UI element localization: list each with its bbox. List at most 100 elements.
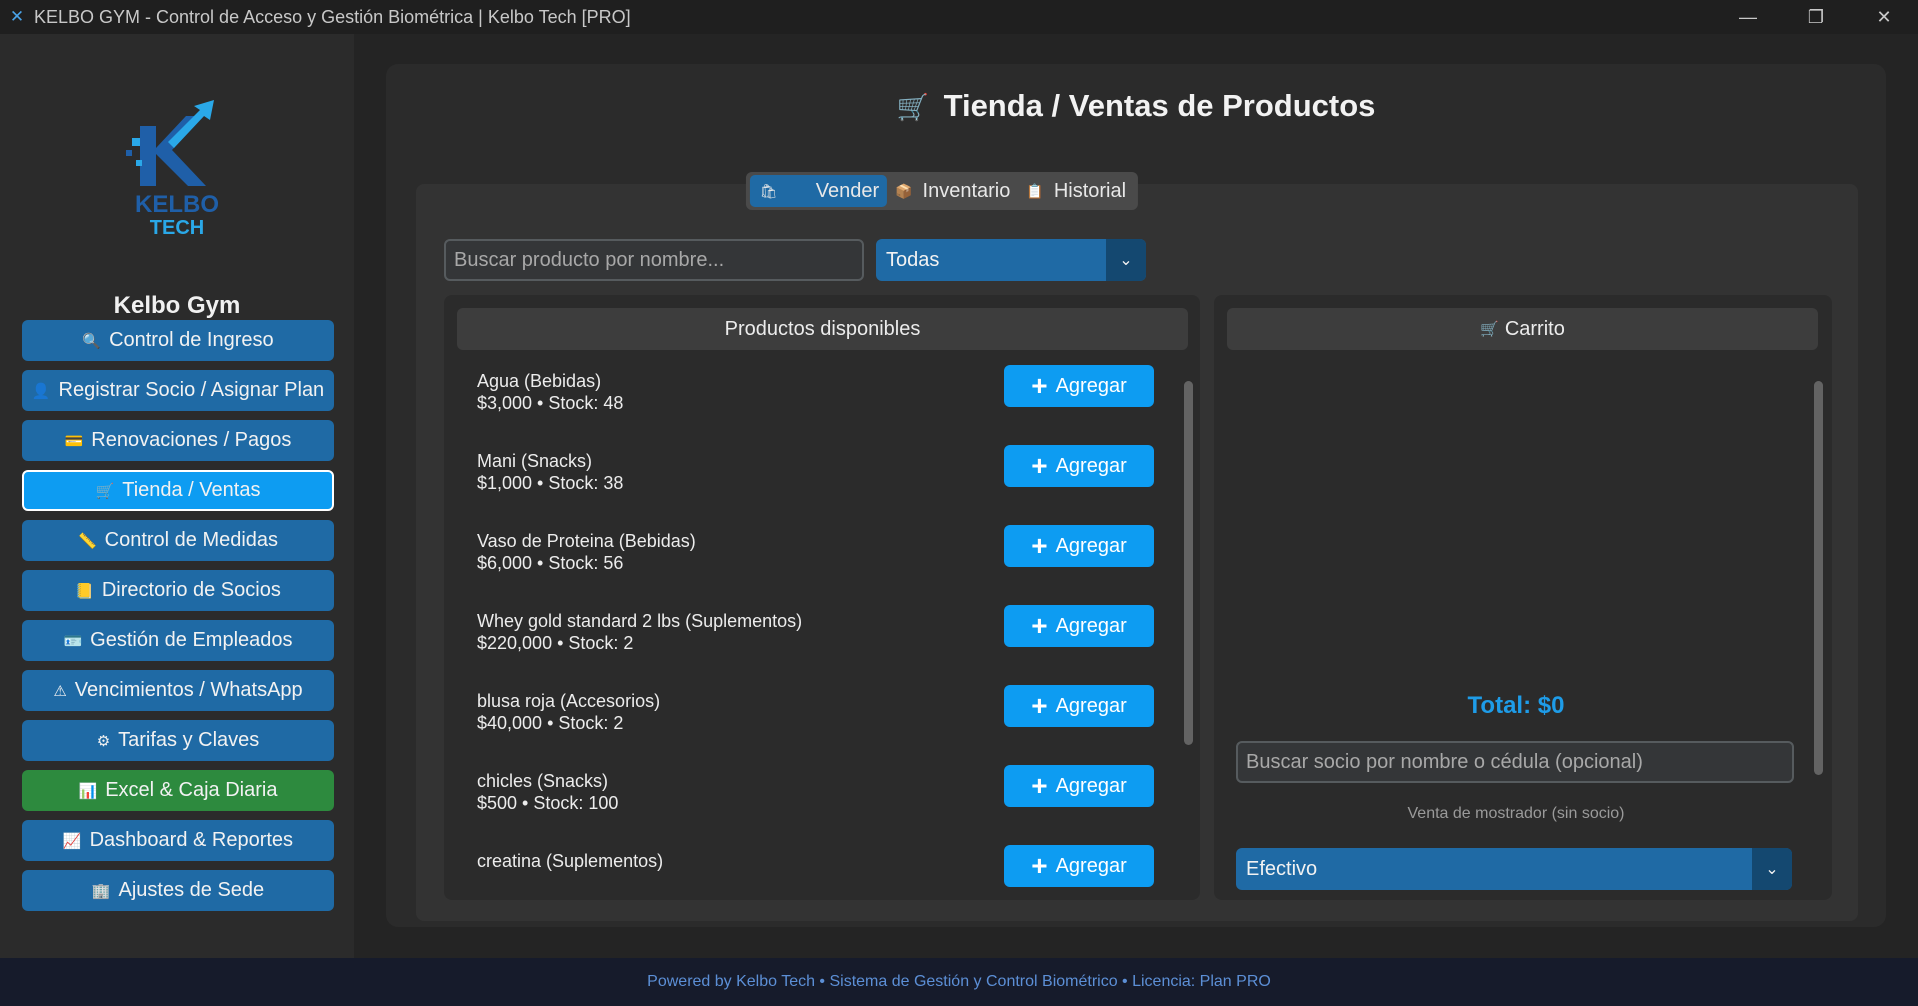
- cart-header-text: Carrito: [1504, 317, 1565, 340]
- add-product-button[interactable]: + Agregar: [1004, 845, 1154, 887]
- plus-icon: +: [1031, 450, 1048, 481]
- add-label: Agregar: [1055, 774, 1127, 797]
- logo-text-tech: TECH: [150, 217, 204, 239]
- product-list: Agua (Bebidas) $3,000 • Stock: 48 + Agre…: [444, 357, 1184, 889]
- add-product-button[interactable]: + Agregar: [1004, 525, 1154, 567]
- counter-sale-note: Venta de mostrador (sin socio): [1407, 805, 1625, 822]
- add-label: Agregar: [1055, 374, 1127, 397]
- product-row: creatina (Suplementos) + Agregar: [444, 837, 1184, 889]
- nav-excel-caja[interactable]: 📊 Excel & Caja Diaria: [22, 770, 334, 811]
- nav-control-ingreso[interactable]: 🔍 Control de Ingreso: [22, 320, 334, 361]
- product-price-stock: $1,000 • Stock: 38: [477, 473, 624, 493]
- product-row: Mani (Snacks) $1,000 • Stock: 38 + Agreg…: [444, 437, 1184, 517]
- product-row: Vaso de Proteina (Bebidas) $6,000 • Stoc…: [444, 517, 1184, 597]
- sidebar: KELBO TECH Kelbo Gym 🔍 Control de Ingres…: [0, 34, 354, 958]
- tab-inventario[interactable]: 📦 Inventario: [887, 175, 1018, 207]
- nav-tienda-ventas[interactable]: 🛒 Tienda / Ventas: [22, 470, 334, 511]
- product-row: Whey gold standard 2 lbs (Suplementos) $…: [444, 597, 1184, 677]
- gear-icon: ⚙: [96, 732, 111, 750]
- app-logo-icon: ✕: [9, 7, 25, 26]
- member-search-input[interactable]: [1236, 741, 1794, 783]
- tab-historial[interactable]: 📋 Historial: [1018, 175, 1134, 207]
- logo-text-kelbo: KELBO: [135, 191, 219, 218]
- window-controls: — ❐ ✕: [1714, 0, 1918, 34]
- page-title-text: Tienda / Ventas de Productos: [943, 88, 1376, 123]
- nav-label: Gestión de Empleados: [90, 629, 293, 651]
- nav-control-medidas[interactable]: 📏 Control de Medidas: [22, 520, 334, 561]
- page-title: 🛒 Tienda / Ventas de Productos: [386, 88, 1886, 124]
- products-panel: Productos disponibles Agua (Bebidas) $3,…: [444, 295, 1200, 900]
- chevron-down-icon[interactable]: ⌄: [1106, 239, 1146, 281]
- product-name: Mani (Snacks): [477, 451, 593, 471]
- cart-panel: 🛒 Carrito Total: $0 Venta de mostrador (…: [1214, 295, 1832, 900]
- add-label: Agregar: [1055, 854, 1127, 877]
- cart-header: 🛒 Carrito: [1227, 308, 1818, 350]
- nav-ajustes-sede[interactable]: 🏢 Ajustes de Sede: [22, 870, 334, 911]
- nav-label: Tienda / Ventas: [122, 479, 261, 501]
- category-select-value: Todas: [886, 248, 940, 271]
- nav-label: Ajustes de Sede: [118, 879, 265, 901]
- add-label: Agregar: [1055, 694, 1127, 717]
- add-product-button[interactable]: + Agregar: [1004, 365, 1154, 407]
- tab-label: Inventario: [922, 179, 1011, 202]
- product-price-stock: $6,000 • Stock: 56: [477, 553, 624, 573]
- product-search-input[interactable]: [444, 239, 864, 281]
- chevron-down-icon[interactable]: ⌄: [1752, 848, 1792, 890]
- maximize-button[interactable]: ❐: [1782, 0, 1850, 34]
- clipboard-icon: 📋: [1026, 182, 1044, 199]
- add-product-button[interactable]: + Agregar: [1004, 445, 1154, 487]
- nav-label: Excel & Caja Diaria: [105, 779, 278, 801]
- cart-icon: 🛒: [896, 92, 929, 122]
- plus-icon: +: [1031, 770, 1048, 801]
- nav-renovaciones-pagos[interactable]: 💳 Renovaciones / Pagos: [22, 420, 334, 461]
- nav-registrar-socio[interactable]: 👤 Registrar Socio / Asignar Plan: [22, 370, 334, 411]
- plus-icon: +: [1031, 690, 1048, 721]
- product-row: blusa roja (Accesorios) $40,000 • Stock:…: [444, 677, 1184, 757]
- nav-tarifas-claves[interactable]: ⚙ Tarifas y Claves: [22, 720, 334, 761]
- add-label: Agregar: [1055, 454, 1127, 477]
- kelbo-tech-logo: KELBO TECH: [126, 100, 219, 239]
- plus-icon: +: [1031, 530, 1048, 561]
- nav-dashboard-reportes[interactable]: 📈 Dashboard & Reportes: [22, 820, 334, 861]
- nav-label: Tarifas y Claves: [118, 729, 260, 751]
- product-list-scrollbar[interactable]: [1184, 381, 1193, 745]
- payment-method-select[interactable]: Efectivo ⌄: [1236, 848, 1792, 890]
- title-bar: ✕ KELBO GYM - Control de Acceso y Gestió…: [0, 0, 1918, 34]
- tab-label: Historial: [1053, 179, 1127, 202]
- products-header: Productos disponibles: [457, 308, 1188, 350]
- box-icon: 📦: [895, 182, 913, 199]
- search-icon: 🔍: [82, 332, 102, 350]
- nav-vencimientos-whatsapp[interactable]: ⚠ Vencimientos / WhatsApp: [22, 670, 334, 711]
- product-row: Agua (Bebidas) $3,000 • Stock: 48 + Agre…: [444, 357, 1184, 437]
- product-price-stock: $40,000 • Stock: 2: [477, 713, 624, 733]
- add-product-button[interactable]: + Agregar: [1004, 685, 1154, 727]
- product-price-stock: $220,000 • Stock: 2: [477, 633, 634, 653]
- minimize-button[interactable]: —: [1714, 0, 1782, 34]
- warning-icon: ⚠: [53, 682, 67, 700]
- add-product-button[interactable]: + Agregar: [1004, 765, 1154, 807]
- close-button[interactable]: ✕: [1850, 0, 1918, 34]
- add-label: Agregar: [1055, 534, 1127, 557]
- add-label: Agregar: [1055, 614, 1127, 637]
- product-name: blusa roja (Accesorios): [477, 691, 661, 711]
- nav-directorio-socios[interactable]: 📒 Directorio de Socios: [22, 570, 334, 611]
- nav-label: Directorio de Socios: [101, 579, 281, 601]
- add-product-button[interactable]: + Agregar: [1004, 605, 1154, 647]
- plus-icon: +: [1031, 370, 1048, 401]
- product-row: chicles (Snacks) $500 • Stock: 100 + Agr…: [444, 757, 1184, 837]
- notebook-icon: 📒: [75, 582, 94, 600]
- bar-chart-icon: 📊: [78, 782, 98, 800]
- cart-icon: 🛒: [1480, 321, 1499, 338]
- product-name: creatina (Suplementos): [477, 851, 664, 871]
- line-chart-icon: 📈: [62, 832, 82, 850]
- gym-name: Kelbo Gym: [113, 292, 241, 319]
- ruler-icon: 📏: [77, 532, 97, 550]
- nav-gestion-empleados[interactable]: 🪪 Gestión de Empleados: [22, 620, 334, 661]
- plus-icon: +: [1031, 850, 1048, 881]
- category-select[interactable]: Todas ⌄: [876, 239, 1146, 281]
- shopping-bag-icon: 🛍: [759, 182, 778, 199]
- tab-vender[interactable]: 🛍 Vender: [749, 175, 888, 207]
- user-icon: 👤: [31, 382, 51, 400]
- nav-label: Control de Medidas: [104, 529, 279, 551]
- cart-icon: 🛒: [95, 482, 115, 500]
